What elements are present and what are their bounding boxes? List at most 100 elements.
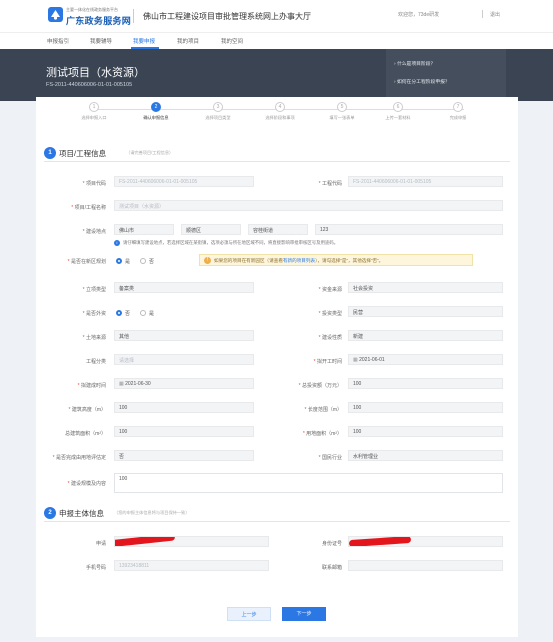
location-label: 建设地点 [36, 228, 106, 235]
foreign-yes-label: 是 [149, 311, 155, 317]
help-link-split-label: 如何在分工程阶段申报？ [396, 80, 450, 85]
park-label: 是否在新区规划 [36, 258, 106, 265]
section-divider [44, 521, 510, 522]
land-area-label: 用地面积（m²） [272, 430, 342, 437]
height-input[interactable]: 100 [114, 402, 254, 413]
project-type-select[interactable]: 备案类 [114, 282, 254, 293]
step-5: 5 填写一张表单 [312, 102, 372, 121]
project-name-field[interactable]: 测试项目（水资源） [114, 200, 503, 211]
step-label: 选择阶段和事项 [265, 115, 295, 120]
nav-apply[interactable]: 我要申报 [133, 37, 155, 45]
nav-my-projects[interactable]: 我的项目 [177, 37, 199, 45]
length-label: 长度范围（m） [272, 406, 342, 413]
project-title: 测试项目（水资源） [46, 67, 145, 79]
park-no-label: 否 [149, 259, 155, 265]
id-number-field[interactable] [348, 536, 503, 547]
phone-field[interactable]: 13923418811 [114, 560, 269, 571]
foreign-yes-radio[interactable] [140, 310, 146, 316]
user-welcome[interactable]: 欢迎您，73de研发 [398, 11, 439, 18]
id-number-label: 身份证号 [321, 541, 342, 547]
power-select[interactable]: 否 [114, 450, 254, 461]
help-links: › 什么是项目阶段？ › 如何在分工程阶段申报？ [386, 49, 506, 101]
project-code: FS-2011-440606006-01-01-005105 [46, 82, 133, 88]
industry-label: 国民行业 [272, 454, 342, 461]
start-date-input[interactable]: ▦ 2021-06-01 [348, 354, 503, 365]
finish-date-input[interactable]: ▦ 2021-06-30 [114, 378, 254, 389]
phone-label: 手机号码 [85, 565, 106, 571]
next-button[interactable]: 下一步 [282, 607, 326, 621]
park-yes-radio[interactable] [116, 258, 122, 264]
project-code-field[interactable]: FS-2011-440606006-01-01-005105 [114, 176, 254, 187]
step-label: 选择申报入口 [81, 115, 107, 120]
park-notice-text: 如果您的项目在有新园区（请查看有新的项目列表），请勾选择“是”，其他选择“否”。 [214, 258, 384, 263]
step-label: 填写一张表单 [329, 115, 355, 120]
location-city-select[interactable]: 佛山市 [114, 224, 174, 235]
section-subtitle: （您的申报主体信息将与项目保持一致） [114, 510, 190, 515]
total-invest-input[interactable]: 100 [348, 378, 503, 389]
redaction-mark [115, 537, 176, 546]
fund-label: 资金来源 [272, 286, 342, 293]
help-link-split[interactable]: › 如何在分工程阶段申报？ [394, 78, 450, 85]
logo-subtitle: 主要一体化在线政务服务平台 [66, 7, 118, 12]
park-yes-label: 是 [125, 259, 131, 265]
step-number: 7 [453, 102, 463, 112]
construct-nature-label: 建设性质 [272, 334, 342, 341]
main-nav: 申报指引 我要辅导 我要申报 我的项目 我的空间 [0, 32, 553, 49]
height-label: 建筑高度（m） [36, 406, 106, 413]
project-name-label: 项目/工程名称 [36, 204, 106, 211]
invest-type-select[interactable]: 民营 [348, 306, 503, 317]
engineering-code-field[interactable]: FS-2011-440606006-01-01-005105 [348, 176, 503, 187]
nav-my-space[interactable]: 我的空间 [221, 37, 243, 45]
scale-textarea[interactable]: 100 [114, 473, 503, 493]
fund-select[interactable]: 社会投资 [348, 282, 503, 293]
land-area-input[interactable]: 100 [348, 426, 503, 437]
total-invest-label: 总投资额（万元） [272, 382, 342, 389]
category-label: 工程分类 [85, 359, 106, 365]
prev-button[interactable]: 上一步 [227, 607, 271, 621]
foreign-no-radio[interactable] [116, 310, 122, 316]
logout-link[interactable]: 退出 [490, 11, 500, 18]
category-select[interactable]: 请选择 [114, 354, 254, 365]
length-input[interactable]: 100 [348, 402, 503, 413]
power-label: 是否完成由用地评估定 [36, 454, 106, 461]
step-number: 6 [393, 102, 403, 112]
email-field[interactable] [348, 560, 503, 571]
finish-date-label: 拟建成时间 [36, 382, 106, 389]
foreign-no-label: 否 [125, 311, 131, 317]
warning-icon: ! [204, 257, 211, 264]
step-label: 上传一套材料 [385, 115, 411, 120]
land-source-select[interactable]: 其他 [114, 330, 254, 341]
step-2: 2 确认申报信息 [126, 102, 186, 121]
nav-guide[interactable]: 申报指引 [47, 37, 69, 45]
start-date-label: 拟开工时间 [272, 358, 342, 365]
construct-nature-select[interactable]: 新建 [348, 330, 503, 341]
applicant-name-field[interactable] [114, 536, 269, 547]
location-detail-input[interactable]: 123 [315, 224, 503, 235]
industry-select[interactable]: 水利管理业 [348, 450, 503, 461]
help-arrow-icon: › [394, 80, 396, 85]
nav-tutor[interactable]: 我要辅导 [90, 37, 112, 45]
step-number: 5 [337, 102, 347, 112]
section-title: 申报主体信息 [59, 509, 104, 518]
area-input[interactable]: 100 [114, 426, 254, 437]
location-district-select[interactable]: 顺德区 [181, 224, 241, 235]
location-town-select[interactable]: 容桂街道 [248, 224, 308, 235]
park-list-link[interactable]: 有新的项目列表 [283, 258, 315, 263]
location-tip: 请仔细填写建设地点，若选择区域在某街镇，选项必须与所在地区域不同，将直接影响审批… [123, 240, 339, 245]
step-label: 选择项目类型 [205, 115, 231, 120]
help-link-stage[interactable]: › 什么是项目阶段？ [394, 60, 435, 67]
email-label: 联系邮箱 [321, 565, 342, 571]
applicant-name-label: 申请 [95, 541, 106, 547]
park-notice: ! 如果您的项目在有新园区（请查看有新的项目列表），请勾选择“是”，其他选择“否… [199, 254, 473, 266]
section-subtitle: （请完善项目/工程信息） [126, 150, 174, 155]
info-icon: i [114, 240, 120, 246]
step-number: 1 [89, 102, 99, 112]
project-code-label: 项目代码 [36, 180, 106, 187]
section-number: 2 [44, 507, 56, 519]
logo-title[interactable]: 广东政务服务网 [66, 14, 131, 27]
park-no-radio[interactable] [140, 258, 146, 264]
area-label: 总建筑面积（m²） [65, 431, 106, 437]
land-source-label: 土地来源 [36, 334, 106, 341]
header-separator [482, 10, 483, 18]
help-link-stage-label: 什么是项目阶段？ [396, 62, 436, 67]
